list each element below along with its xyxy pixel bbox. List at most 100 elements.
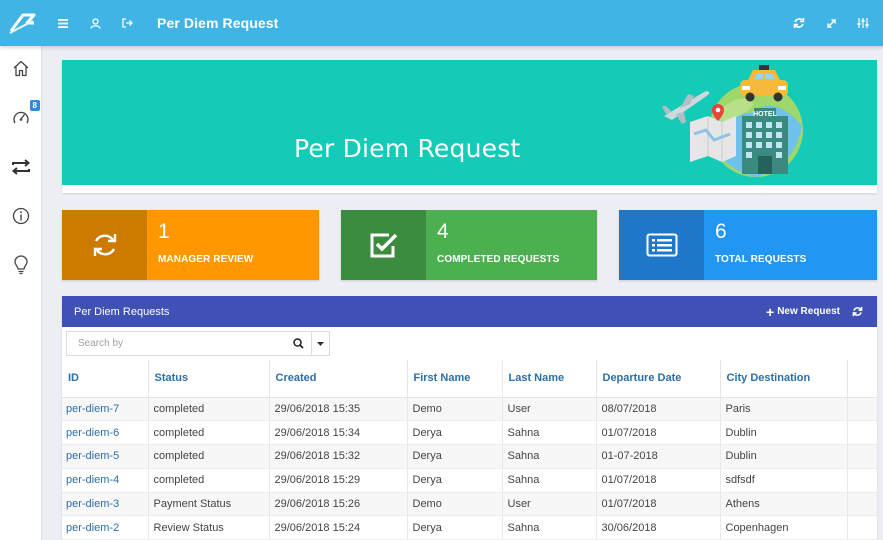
request-id-link[interactable]: per-diem-3	[62, 492, 149, 517]
departure-date-cell: 01/07/2018	[596, 492, 721, 517]
column-header-id[interactable]: ID	[62, 360, 149, 398]
completed-requests-count: 4	[437, 220, 449, 243]
exchange-icon	[11, 158, 31, 175]
request-id-link[interactable]: per-diem-7	[62, 397, 149, 422]
first-name-cell: Derya	[407, 420, 503, 446]
search-options-dropdown[interactable]	[311, 332, 329, 355]
last-name-cell: Sahna	[502, 420, 597, 446]
column-header-departure-date[interactable]: Departure Date	[596, 360, 721, 398]
page-title: Per Diem Request	[157, 15, 279, 31]
requests-panel: Per Diem Requests + New Request ID Statu…	[62, 296, 877, 540]
panel-title: Per Diem Requests	[74, 305, 170, 318]
column-header-created[interactable]: Created	[269, 360, 408, 398]
table-row[interactable]: per-diem-2 Review Status 29/06/2018 15:2…	[62, 515, 877, 540]
column-header-first-name[interactable]: First Name	[407, 360, 503, 398]
spacer-cell	[847, 492, 877, 517]
manager-review-label: MANAGER REVIEW	[158, 254, 254, 265]
user-icon[interactable]	[79, 0, 111, 46]
search-icon	[292, 338, 304, 349]
completed-requests-label: COMPLETED REQUESTS	[437, 254, 560, 265]
request-id-link[interactable]: per-diem-2	[62, 515, 149, 540]
requests-table: ID Status Created First Name Last Name D…	[62, 360, 877, 540]
logout-icon[interactable]	[111, 0, 143, 46]
total-requests-count: 6	[715, 220, 727, 243]
column-header-spacer	[847, 360, 877, 398]
table-row[interactable]: per-diem-3 Payment Status 29/06/2018 15:…	[62, 492, 877, 517]
page-banner: Per Diem Request HOTEL	[62, 60, 877, 193]
status-cell: completed	[148, 444, 270, 469]
total-requests-label: TOTAL REQUESTS	[715, 254, 807, 265]
search-button[interactable]	[285, 332, 311, 355]
spacer-cell	[847, 420, 877, 446]
created-cell: 29/06/2018 15:35	[269, 397, 408, 422]
table-row[interactable]: per-diem-6 completed 29/06/2018 15:34 De…	[62, 420, 877, 446]
sidebar-item-transfer[interactable]	[0, 142, 42, 191]
panel-header: Per Diem Requests + New Request	[62, 296, 877, 327]
sidebar-item-ideas[interactable]	[0, 240, 42, 289]
banner-title: Per Diem Request	[294, 134, 521, 163]
sidebar-item-dashboard[interactable]: 8	[0, 93, 42, 142]
refresh-icon[interactable]	[852, 306, 863, 317]
expand-icon[interactable]	[815, 0, 847, 46]
created-cell: 29/06/2018 15:26	[269, 492, 408, 517]
status-cell: completed	[148, 420, 270, 446]
created-cell: 29/06/2018 15:24	[269, 515, 408, 540]
travel-illustration-icon: HOTEL	[662, 65, 803, 177]
request-id-link[interactable]: per-diem-6	[62, 420, 149, 446]
list-icon	[619, 210, 704, 280]
table-row[interactable]: per-diem-4 completed 29/06/2018 15:29 De…	[62, 468, 877, 493]
status-cell: Payment Status	[148, 492, 270, 517]
request-id-link[interactable]: per-diem-4	[62, 468, 149, 493]
city-destination-cell: Paris	[720, 397, 848, 422]
app-logo-icon[interactable]	[0, 0, 44, 46]
departure-date-cell: 01-07-2018	[596, 444, 721, 469]
hotel-sign-label: HOTEL	[753, 111, 777, 118]
created-cell: 29/06/2018 15:29	[269, 468, 408, 493]
spacer-cell	[847, 397, 877, 422]
last-name-cell: User	[502, 492, 597, 517]
new-request-label: New Request	[777, 306, 840, 317]
spacer-cell	[847, 444, 877, 469]
menu-icon[interactable]	[47, 0, 79, 46]
check-square-icon	[341, 210, 426, 280]
column-header-status[interactable]: Status	[148, 360, 270, 398]
table-row[interactable]: per-diem-7 completed 29/06/2018 15:35 De…	[62, 397, 877, 422]
status-cell: completed	[148, 397, 270, 422]
spacer-cell	[847, 515, 877, 540]
lightbulb-icon	[14, 254, 28, 274]
column-header-city-destination[interactable]: City Destination	[720, 360, 848, 398]
last-name-cell: User	[502, 397, 597, 422]
created-cell: 29/06/2018 15:32	[269, 444, 408, 469]
city-destination-cell: sdfsdf	[720, 468, 848, 493]
first-name-cell: Demo	[407, 397, 503, 422]
caret-down-icon	[317, 341, 324, 346]
column-header-last-name[interactable]: Last Name	[502, 360, 597, 398]
last-name-cell: Sahna	[502, 515, 597, 540]
info-icon	[12, 207, 30, 224]
status-cell: completed	[148, 468, 270, 493]
new-request-button[interactable]: + New Request	[766, 305, 840, 319]
table-header-row: ID Status Created First Name Last Name D…	[62, 360, 877, 398]
first-name-cell: Derya	[407, 444, 503, 469]
city-destination-cell: Athens	[720, 492, 848, 517]
sidebar-item-info[interactable]	[0, 191, 42, 240]
stat-card-total-requests[interactable]: 6 TOTAL REQUESTS	[619, 210, 877, 280]
last-name-cell: Sahna	[502, 468, 597, 493]
created-cell: 29/06/2018 15:34	[269, 420, 408, 446]
refresh-icon[interactable]	[783, 0, 815, 46]
city-destination-cell: Dublin	[720, 444, 848, 469]
speedometer-icon	[13, 111, 29, 123]
table-row[interactable]: per-diem-5 completed 29/06/2018 15:32 De…	[62, 444, 877, 469]
city-destination-cell: Dublin	[720, 420, 848, 446]
search-input[interactable]	[67, 332, 285, 355]
sidebar: 8	[0, 46, 42, 540]
stat-card-manager-review[interactable]: 1 MANAGER REVIEW	[62, 210, 319, 280]
search-box	[66, 331, 330, 356]
sync-icon	[62, 210, 147, 280]
request-id-link[interactable]: per-diem-5	[62, 444, 149, 469]
departure-date-cell: 30/06/2018	[596, 515, 721, 540]
sidebar-item-home[interactable]	[0, 44, 42, 93]
stat-card-completed-requests[interactable]: 4 COMPLETED REQUESTS	[341, 210, 597, 280]
settings-sliders-icon[interactable]	[847, 0, 879, 46]
last-name-cell: Sahna	[502, 444, 597, 469]
